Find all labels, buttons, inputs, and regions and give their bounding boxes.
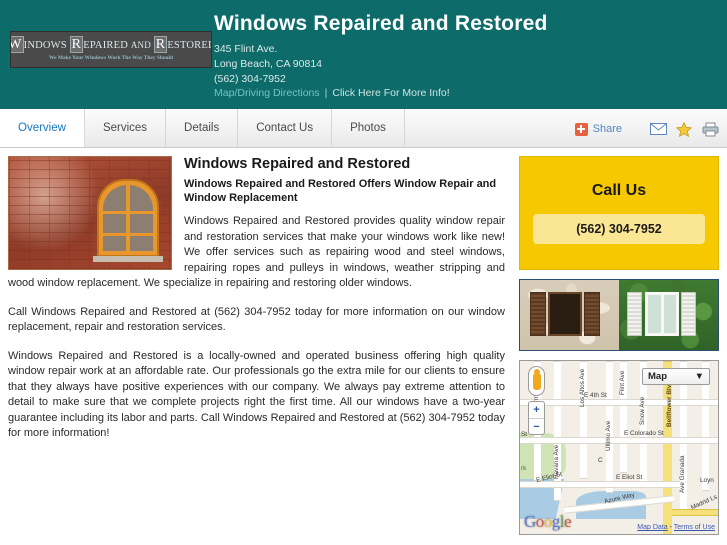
hero-window-frame <box>97 179 159 257</box>
tab-services[interactable]: Services <box>84 109 167 147</box>
header-links: Map/Driving Directions | Click Here For Mo… <box>214 87 450 100</box>
hero-window-photo <box>8 156 172 270</box>
map-type-label: Map <box>648 371 667 382</box>
map-label-flint: Flint Ave <box>619 370 626 395</box>
pegman-figure <box>532 368 541 390</box>
chevron-down-icon: ▼ <box>694 371 704 382</box>
map-label-los-altos: Los Altos Ave <box>579 368 586 407</box>
map-road-e4th <box>520 399 718 406</box>
map-zoom-out-button[interactable]: − <box>529 418 544 434</box>
tab-photos[interactable]: Photos <box>332 109 405 147</box>
hero-window-mullion-h1 <box>103 211 153 214</box>
map-attribution: Map Data - Terms of Use <box>637 524 715 531</box>
site-header: WINDOWS REPAIRED AND RESTORED We Make Yo… <box>0 0 727 110</box>
map-label-st: St <box>521 431 528 438</box>
map-data-link[interactable]: Map Data <box>637 524 667 531</box>
ivy-shutter-right <box>681 292 696 336</box>
stone-shutter-left <box>530 292 546 336</box>
call-us-title: Call Us <box>591 182 647 199</box>
map-type-selector[interactable]: Map ▼ <box>642 368 710 385</box>
hero-window-sill <box>93 256 163 262</box>
business-address: 345 Flint Ave. Long Beach, CA 90814 (562… <box>214 42 322 87</box>
logo-tagline: We Make Your Windows Work The Way They S… <box>48 55 174 61</box>
main-content: Windows Repaired and Restored Windows Re… <box>0 148 727 535</box>
map-label-park: rk <box>521 465 527 472</box>
call-us-box: Call Us (562) 304-7952 <box>519 156 719 270</box>
photo-gallery-strip <box>519 279 719 351</box>
location-map[interactable]: Termino Ave Havana Ave Los Altos Ave Fli… <box>519 360 719 535</box>
map-zoom-in-button[interactable]: + <box>529 402 544 418</box>
hero-window-mullion-h2 <box>103 233 153 236</box>
map-road-colorado <box>520 437 718 444</box>
map-label-eliot-right: E Eliot St <box>616 474 643 481</box>
street-view-pegman-icon[interactable] <box>528 366 545 396</box>
article-paragraph-3: Windows Repaired and Restored is a local… <box>8 349 505 440</box>
stone-window-pane <box>548 292 582 336</box>
map-label-snow: Snow Ave <box>639 396 646 425</box>
share-toolbar: Share <box>574 110 719 148</box>
tab-contact-us[interactable]: Contact Us <box>238 109 333 147</box>
article-paragraph-2: Call Windows Repaired and Restored at (5… <box>8 305 505 334</box>
map-label-c: C <box>598 457 603 464</box>
business-phone: (562) 304-7952 <box>214 73 286 85</box>
hero-window-mullion-vertical <box>126 185 130 251</box>
share-button[interactable]: Share <box>574 122 622 136</box>
map-canvas: Termino Ave Havana Ave Los Altos Ave Fli… <box>520 361 718 534</box>
map-terms-link[interactable]: Terms of Use <box>674 524 715 531</box>
map-label-colorado: E Colorado St <box>624 430 664 437</box>
favorite-star-icon[interactable] <box>675 121 693 137</box>
map-label-e4th: E 4th St <box>584 392 607 399</box>
address-street: 345 Flint Ave. <box>214 43 278 55</box>
tab-details[interactable]: Details <box>166 109 239 147</box>
google-logo: Google <box>524 512 572 531</box>
navigation-tabs: Overview Services Details Contact Us Pho… <box>0 109 727 148</box>
call-us-phone-number[interactable]: (562) 304-7952 <box>533 214 705 244</box>
gallery-photo-ivy-window[interactable] <box>619 280 718 350</box>
share-label: Share <box>592 123 622 135</box>
map-label-ultimo: Ultimo Ave <box>605 420 612 451</box>
link-separator: | <box>324 87 328 99</box>
map-zoom-controls: + − <box>528 401 545 435</box>
logo-wordmark: WINDOWS REPAIRED AND RESTORED <box>11 36 211 53</box>
ivy-shutter-left <box>627 292 642 336</box>
map-label-loyn: Loyn <box>700 477 714 484</box>
more-info-link[interactable]: Click Here For More Info! <box>332 87 449 99</box>
driving-directions-link[interactable]: Driving Directions <box>237 87 319 99</box>
stone-shutter-right <box>584 292 600 336</box>
address-city-state-zip: Long Beach, CA 90814 <box>214 58 323 70</box>
sidebar-column: Call Us (562) 304-7952 Havana Ave Los Al… <box>519 156 719 535</box>
ivy-window-pane <box>645 292 679 336</box>
share-plus-icon <box>574 122 588 136</box>
tab-overview[interactable]: Overview <box>0 109 85 147</box>
map-road-havana <box>554 361 561 501</box>
gallery-photo-stone-window[interactable] <box>520 280 619 350</box>
map-link[interactable]: Map <box>214 87 234 99</box>
company-logo[interactable]: WINDOWS REPAIRED AND RESTORED We Make Yo… <box>10 31 212 68</box>
map-label-granada: Ave Granada <box>679 455 686 493</box>
print-icon[interactable] <box>702 122 719 137</box>
page-title: Windows Repaired and Restored <box>214 12 548 35</box>
email-icon[interactable] <box>650 122 667 137</box>
article-column: Windows Repaired and Restored Windows Re… <box>8 156 505 455</box>
map-label-bellflower: Bellflower Blvd <box>666 380 673 427</box>
